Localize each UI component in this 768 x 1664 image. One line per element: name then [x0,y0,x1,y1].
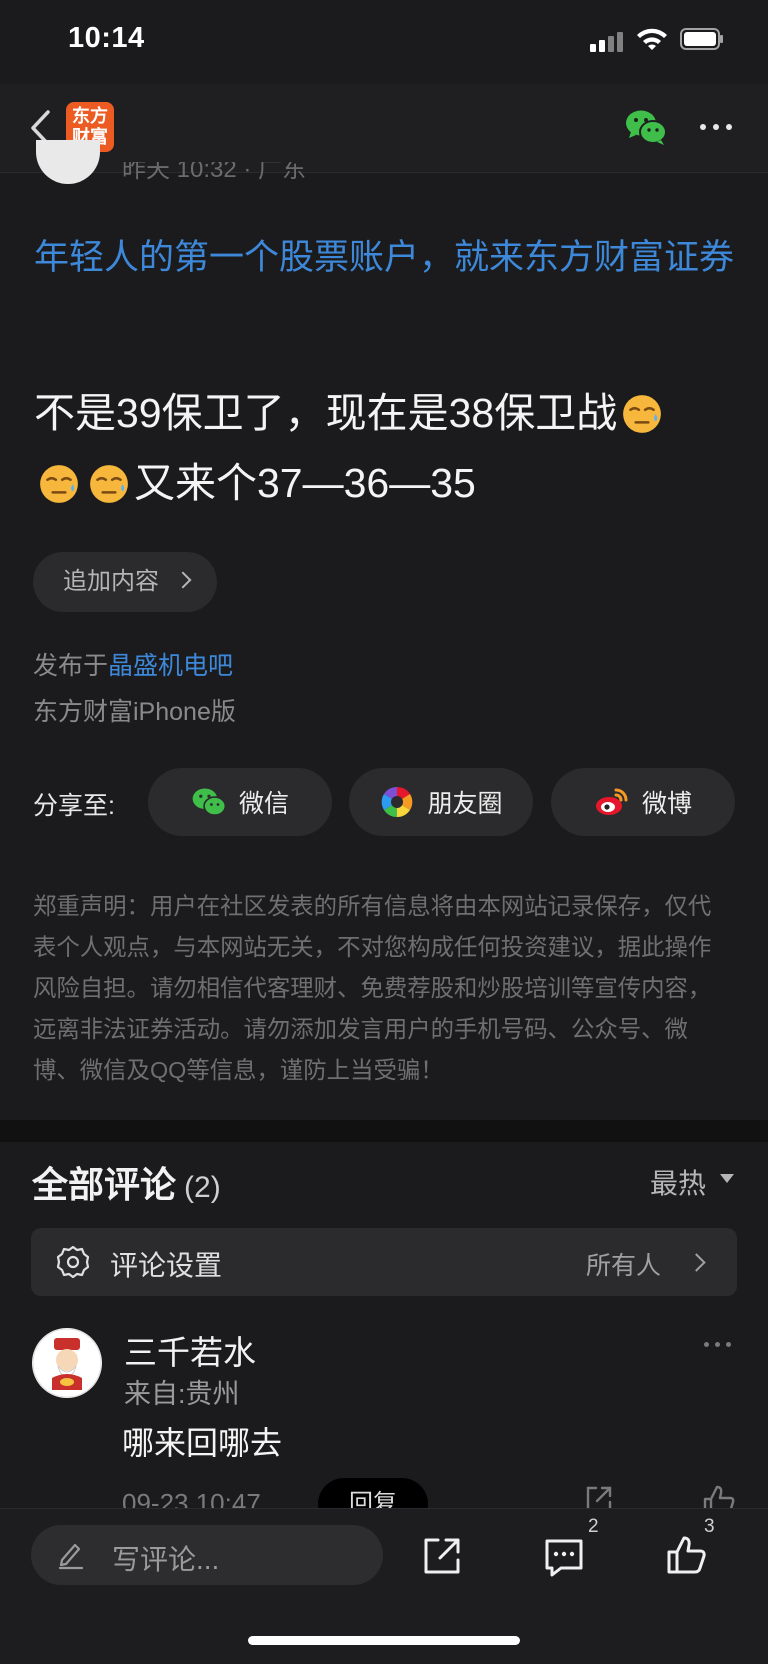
home-indicator[interactable] [248,1636,520,1645]
logo-line1: 东方 [72,106,108,126]
status-time: 10:14 [68,22,145,54]
wechat-icon[interactable] [624,108,668,146]
caret-down-icon[interactable] [720,1174,734,1183]
share-moments-button[interactable]: 朋友圈 [349,768,533,836]
forum-link[interactable]: 晶盛机电吧 [108,652,233,680]
comment-settings-label: 评论设置 [110,1250,223,1281]
sweat-emoji-icon [40,465,78,503]
signal-icon [590,30,626,52]
comment-settings-value: 所有人 [586,1252,662,1280]
commenter-name[interactable]: 三千若水 [124,1326,256,1374]
sweat-emoji-icon [90,465,128,503]
disclaimer-text: 郑重声明：用户在社区发表的所有信息将由本网站记录保存，仅代表个人观点，与本网站无… [33,893,712,1083]
share-wechat-button[interactable]: 微信 [148,768,332,836]
post-body: 不是39保卫了，现在是38保卫战又来个37—36—35 [34,378,744,518]
append-content-label: 追加内容 [63,568,159,595]
more-options-icon[interactable] [698,118,734,136]
promo-link[interactable]: 年轻人的第一个股票账户，就来东方财富证券 [34,230,744,286]
wechat-icon [192,788,227,816]
share-weibo-label: 微博 [641,790,692,818]
post-body-text: 不是39保卫了，现在是38保卫战 [34,390,618,436]
append-content-button[interactable]: 追加内容 [33,552,217,612]
write-comment-placeholder[interactable]: 写评论... [112,1538,219,1578]
commenter-location: 来自:贵州 [124,1379,240,1409]
share-weibo-button[interactable]: 微博 [551,768,735,836]
gear-icon [56,1245,90,1279]
commenter-avatar[interactable] [32,1328,102,1398]
moments-icon [382,786,413,818]
weibo-icon [595,788,628,815]
section-divider [0,1120,768,1142]
comment-text: 哪来回哪去 [122,1425,283,1461]
sort-dropdown[interactable]: 最热 [650,1162,706,1202]
comment-icon[interactable] [543,1536,585,1578]
chevron-right-icon [174,571,192,589]
nav-divider [0,172,768,173]
comments-heading: 全部评论 (2) [32,1156,221,1208]
share-moments-label: 朋友圈 [427,790,503,818]
wifi-icon [637,28,667,50]
avatar-image [32,1328,102,1398]
comment-more-icon[interactable] [704,1340,734,1350]
like-count-badge: 3 [704,1516,715,1537]
share-icon[interactable] [422,1536,462,1576]
client-version: 东方财富iPhone版 [33,698,236,726]
post-body-text-2: 又来个37—36—35 [134,460,476,506]
comments-count: (2) [184,1171,221,1204]
battery-icon [680,28,723,50]
published-in: 发布于晶盛机电吧 [33,646,233,682]
author-avatar[interactable] [36,140,100,184]
comments-title: 全部评论 [32,1164,177,1205]
pen-icon [58,1543,84,1570]
comment-count-badge: 2 [588,1516,599,1537]
published-prefix: 发布于 [33,652,109,680]
share-label: 分享至: [33,792,115,820]
like-icon[interactable] [666,1534,708,1576]
sweat-emoji-icon [623,395,662,433]
share-wechat-label: 微信 [238,790,289,818]
